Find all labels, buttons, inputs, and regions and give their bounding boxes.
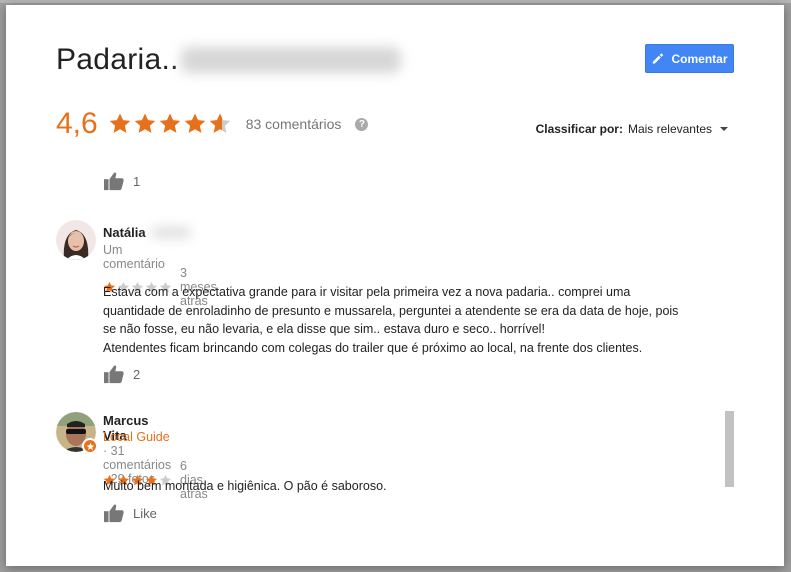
average-stars xyxy=(108,112,232,136)
backdrop-strip xyxy=(0,0,791,3)
local-guide-star-icon xyxy=(82,438,98,454)
comment-button-label: Comentar xyxy=(671,51,728,66)
star-icon xyxy=(108,112,132,136)
sort-value: Mais relevantes xyxy=(627,122,712,136)
help-icon[interactable]: ? xyxy=(355,117,369,131)
star-icon xyxy=(158,112,182,136)
star-icon xyxy=(133,112,157,136)
thumbs-up-icon xyxy=(103,364,125,384)
comment-button[interactable]: Comentar xyxy=(645,44,734,73)
review-count[interactable]: 83 comentários xyxy=(246,116,342,132)
review-text: Estava com a expectativa grande para ir … xyxy=(103,285,679,355)
place-title-row: Padaria .. xyxy=(56,43,401,77)
like-count: 2 xyxy=(133,366,141,382)
place-title: Padaria xyxy=(56,43,162,76)
like-button[interactable]: Like xyxy=(103,503,157,523)
scrollbar[interactable] xyxy=(725,411,734,487)
sort-dropdown[interactable]: Classificar por: Mais relevantes xyxy=(536,122,728,136)
like-count: 1 xyxy=(133,173,141,189)
local-guide-label[interactable]: Local Guide xyxy=(103,430,170,444)
title-ellipsis: .. xyxy=(161,43,179,76)
thumbs-up-icon xyxy=(103,171,125,191)
pencil-icon xyxy=(651,52,664,65)
average-rating: 4,6 xyxy=(56,107,98,140)
sort-label: Classificar por: xyxy=(535,122,623,136)
redacted-name xyxy=(180,47,401,73)
reviewer-name[interactable]: Natália xyxy=(103,225,191,240)
like-label: Like xyxy=(133,505,157,521)
star-icon xyxy=(183,112,207,136)
redacted-surname xyxy=(150,228,191,237)
star-icon xyxy=(208,112,232,136)
rating-summary: 4,6 83 comentários ? xyxy=(56,107,369,141)
like-button[interactable]: 2 xyxy=(103,364,140,384)
chevron-down-icon xyxy=(720,127,728,131)
avatar[interactable] xyxy=(56,220,96,260)
avatar[interactable] xyxy=(56,412,98,454)
thumbs-up-icon xyxy=(103,503,125,523)
like-button[interactable]: 1 xyxy=(103,171,140,191)
review-text: Muito bem montada e higiênica. O pão é s… xyxy=(103,479,387,493)
reviews-dialog: Padaria .. Comentar 4,6 83 comentários ?… xyxy=(6,5,784,566)
